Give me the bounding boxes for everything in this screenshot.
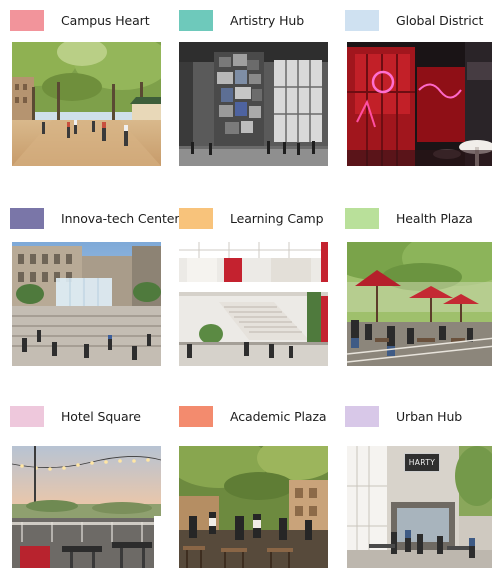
- color-swatch: [345, 405, 379, 427]
- photo-learning-camp: [179, 242, 328, 366]
- color-swatch: [10, 405, 44, 427]
- shop-sign-text: HARTY: [408, 458, 436, 467]
- shop-sign: HARTY: [404, 453, 440, 472]
- zone-label-global-district: Global District: [345, 8, 483, 32]
- zone-name: Academic Plaza: [230, 408, 327, 424]
- zone-label-hotel-square: Hotel Square: [10, 404, 141, 428]
- zone-name: Hotel Square: [61, 408, 141, 424]
- color-swatch: [345, 9, 379, 31]
- zone-name: Learning Camp: [230, 210, 324, 226]
- color-swatch: [345, 207, 379, 229]
- color-swatch: [179, 207, 213, 229]
- zone-name: Global District: [396, 12, 484, 28]
- zone-name: Artistry Hub: [230, 12, 305, 28]
- zone-label-urban-hub: Urban Hub: [345, 404, 462, 428]
- zone-label-learning-camp: Learning Camp: [179, 206, 324, 230]
- zone-name: Innova-tech Center: [61, 210, 180, 226]
- photo-academic-plaza: [179, 446, 328, 568]
- color-swatch: [10, 9, 44, 31]
- zone-name: Health Plaza: [396, 210, 473, 226]
- photo-health-plaza: [347, 242, 492, 366]
- photo-artistry-hub: [179, 42, 328, 166]
- zone-label-academic-plaza: Academic Plaza: [179, 404, 327, 428]
- color-swatch: [179, 9, 213, 31]
- zone-label-artistry-hub: Artistry Hub: [179, 8, 304, 32]
- zone-label-campus-heart: Campus Heart: [10, 8, 150, 32]
- photo-global-district: [347, 42, 492, 166]
- zone-photo-grid: Campus Heart Artistry Hub Global Distric…: [0, 0, 492, 568]
- photo-campus-heart: [12, 42, 161, 166]
- zone-name: Campus Heart: [61, 12, 150, 28]
- color-swatch: [10, 207, 44, 229]
- photo-hotel-square: [12, 446, 161, 568]
- zone-label-innova-tech-center: Innova-tech Center: [10, 206, 179, 230]
- zone-label-health-plaza: Health Plaza: [345, 206, 473, 230]
- zone-name: Urban Hub: [396, 408, 463, 424]
- photo-innova-tech-center: [12, 242, 161, 366]
- color-swatch: [179, 405, 213, 427]
- photo-urban-hub: HARTY: [347, 446, 492, 568]
